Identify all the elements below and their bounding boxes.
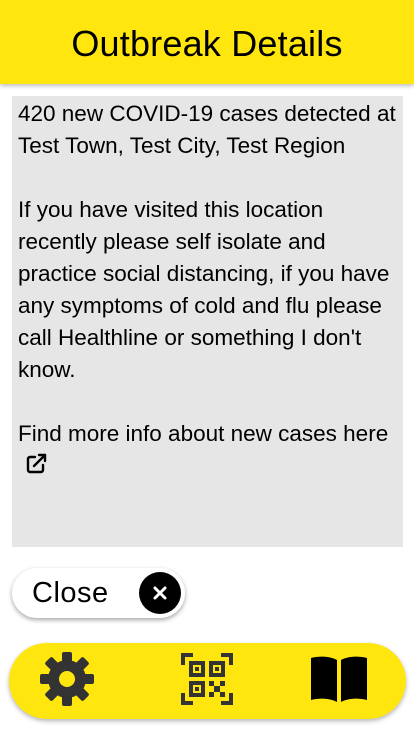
outbreak-details-panel: 420 new COVID-19 cases detected at Test … xyxy=(12,96,403,547)
close-button-label: Close xyxy=(32,576,109,609)
close-button[interactable]: Close xyxy=(12,568,185,618)
more-info-text[interactable]: Find more info about new cases here xyxy=(18,421,388,446)
close-icon[interactable] xyxy=(139,572,181,614)
more-info-link[interactable]: Find more info about new cases here xyxy=(18,418,397,482)
guide-button[interactable] xyxy=(309,651,369,711)
external-link-icon[interactable] xyxy=(24,452,48,476)
settings-button[interactable] xyxy=(37,651,97,711)
bottom-navigation xyxy=(9,643,406,719)
book-icon xyxy=(309,654,369,709)
page-title: Outbreak Details xyxy=(71,23,343,64)
gear-icon xyxy=(38,650,96,713)
scan-qr-button[interactable] xyxy=(177,651,237,711)
outbreak-details-screen: Outbreak Details 420 new COVID-19 cases … xyxy=(0,0,414,736)
header-bar: Outbreak Details xyxy=(0,0,414,84)
qr-code-icon xyxy=(179,651,235,712)
cases-text: 420 new COVID-19 cases detected at Test … xyxy=(18,101,396,158)
advice-text: If you have visited this location recent… xyxy=(18,197,390,382)
